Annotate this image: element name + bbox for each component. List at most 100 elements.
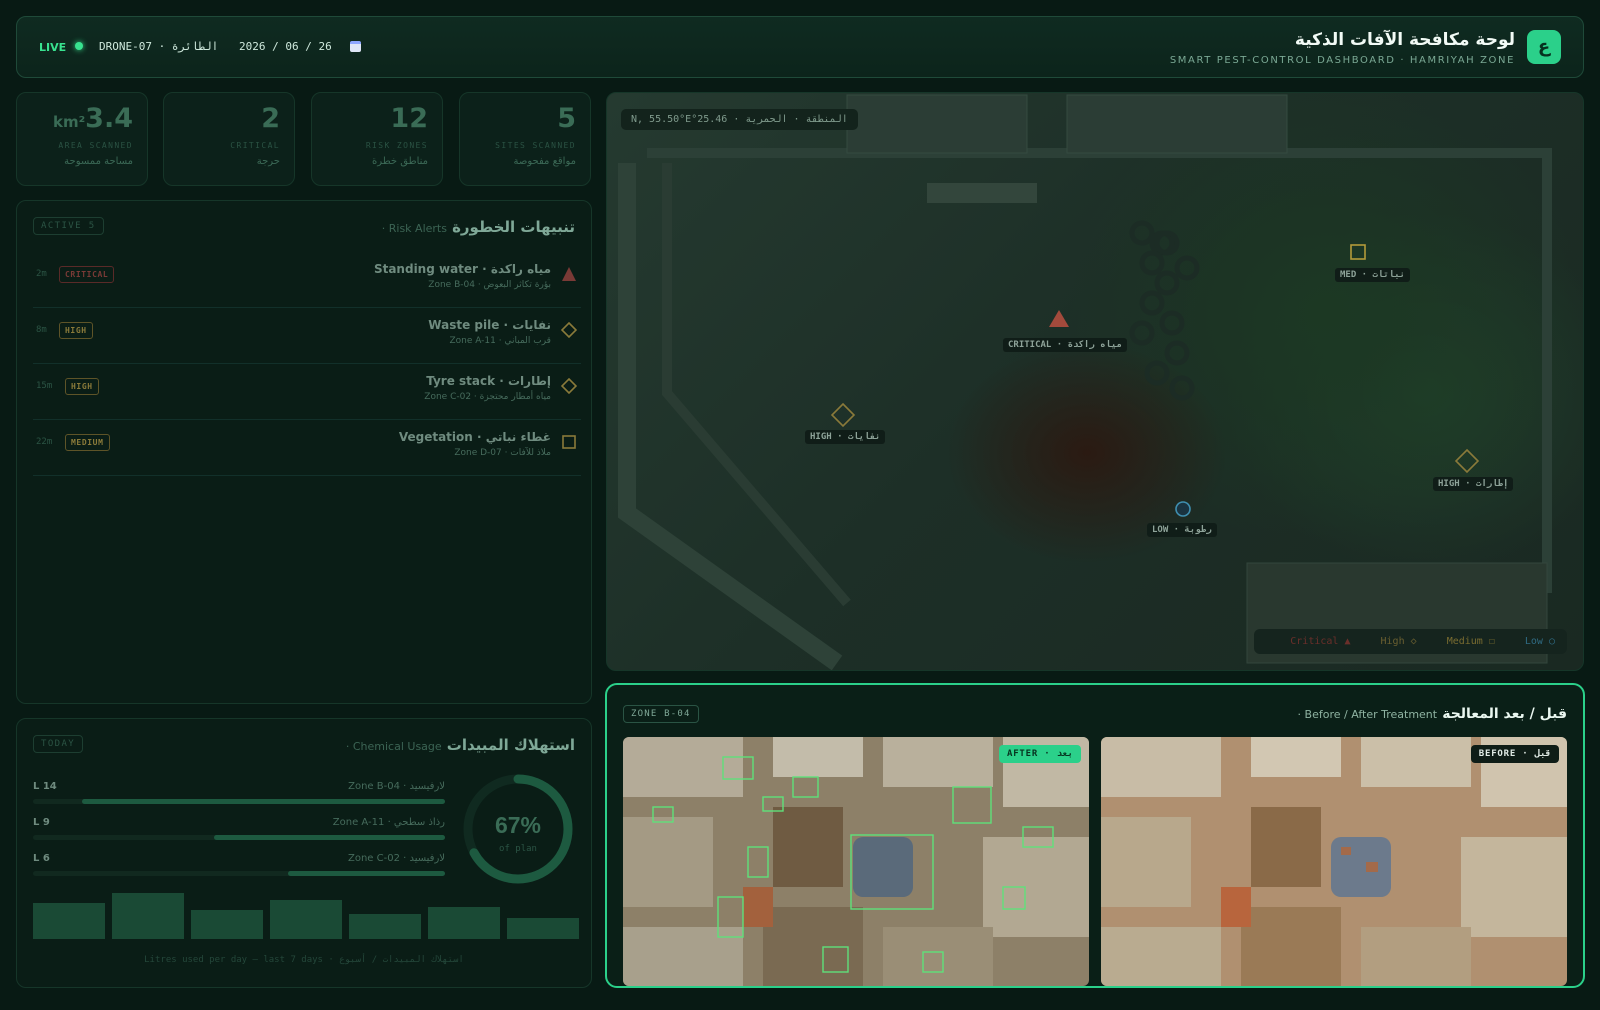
stat-card-sites[interactable]: 5 SITES SCANNED مواقع مفحوصة: [459, 92, 591, 186]
daily-usage-bar: [349, 914, 421, 939]
chemical-row: L 9 رذاذ سطحي · Zone A-11: [33, 817, 445, 853]
live-dot-icon: [75, 42, 83, 50]
before-image[interactable]: BEFORE · قبل: [1101, 737, 1567, 986]
stat-label-ar: حرجة: [256, 156, 280, 167]
drone-id: DRONE-07 · الطائرة: [99, 40, 219, 53]
severity-badge: MEDIUM: [65, 434, 110, 451]
severity-badge: HIGH: [65, 378, 99, 395]
map-legend: Critical ▲ High ◇ Medium ☐ Low ○: [1254, 629, 1567, 654]
alert-title: غطاء نباتي · Vegetation: [398, 430, 551, 444]
severity-badge: HIGH: [59, 322, 93, 339]
risk-alerts-panel: تنبيهات الخطورة Risk Alerts · ACTIVE 5 2…: [16, 200, 592, 704]
daily-usage-bar: [270, 900, 342, 939]
stat-card-risk-zones[interactable]: 12 RISK ZONES مناطق خطرة: [311, 92, 443, 186]
panel-title: استهلاك المبيدات Chemical Usage ·: [346, 735, 575, 754]
aerial-risk-map[interactable]: N, 55.50°E°25.46 · المنطقة · الحمرية CRI…: [606, 92, 1584, 671]
legend-low: Low ○: [1524, 636, 1555, 647]
before-after-panel: قبل / بعد المعالجة Before / After Treatm…: [605, 683, 1585, 988]
inner-wall: [662, 163, 851, 607]
panel-title: تنبيهات الخطورة Risk Alerts ·: [382, 217, 575, 236]
medium-marker-icon[interactable]: [1350, 244, 1366, 260]
building-roof: [1066, 94, 1288, 154]
stat-label-ar: مواقع مفحوصة: [513, 156, 576, 167]
legend-low-label: Low: [1524, 636, 1543, 647]
litres-value: L 14: [33, 781, 57, 792]
panel-title: قبل / بعد المعالجة Before / After Treatm…: [1298, 703, 1567, 722]
bars-caption: Litres used per day — last 7 days · استه…: [144, 955, 464, 965]
stat-label-en: RISK ZONES: [365, 141, 428, 150]
alert-time: 15m: [36, 381, 53, 391]
alert-subtitle: بؤرة تكاثر البعوض · Zone B-04: [428, 280, 551, 290]
chemical-row: L 6 لارفيسيد · Zone C-02: [33, 853, 445, 889]
stat-label-en: CRITICAL: [230, 141, 280, 150]
alert-item[interactable]: 8m HIGH نفايات · Waste pile قرب المباني …: [33, 309, 581, 364]
daily-usage-bar: [33, 903, 105, 939]
stat-card-area[interactable]: km²3.4 AREA SCANNED مساحة ممسوحة: [16, 92, 148, 186]
alert-time: 8m: [36, 325, 47, 335]
debris: [927, 183, 1037, 203]
legend-medium-label: Medium: [1446, 636, 1483, 647]
tyre-stack: [1129, 220, 1200, 401]
alert-subtitle: قرب المباني · Zone A-11: [449, 336, 551, 346]
daily-usage-bar: [112, 893, 184, 939]
chemical-usage-panel: استهلاك المبيدات Chemical Usage · TODAY …: [16, 718, 592, 988]
stat-label-ar: مساحة ممسوحة: [64, 156, 133, 167]
page-subtitle: SMART PEST-CONTROL DASHBOARD · HAMRIYAH …: [1169, 55, 1515, 66]
building-roof: [846, 94, 1028, 154]
triangle-warning-icon: [562, 267, 576, 281]
calendar-icon[interactable]: [350, 41, 361, 52]
stat-card-critical[interactable]: 2 CRITICAL حرجة: [163, 92, 295, 186]
alert-time: 2m: [36, 269, 47, 279]
chemical-label: لارفيسيد · Zone B-04: [348, 781, 445, 792]
alert-title: مياه راكدة · Standing water: [373, 262, 551, 276]
marker-label-high: HIGH · نفايات: [805, 430, 886, 444]
panel-title-en: Before / After Treatment ·: [1297, 708, 1438, 721]
compound-wall: [618, 163, 843, 670]
legend-critical: Critical ▲: [1290, 636, 1351, 647]
daily-usage-bar: [428, 906, 500, 939]
stat-unit: km²: [52, 113, 86, 131]
daily-usage-bars: [33, 889, 579, 939]
legend-critical-label: Critical: [1290, 636, 1339, 647]
plan-gauge: 67% of plan: [463, 774, 573, 884]
severity-badge: CRITICAL: [59, 266, 115, 283]
alert-title: نفايات · Waste pile: [428, 318, 551, 332]
usage-fill: [214, 835, 445, 840]
stat-value: 2: [261, 103, 280, 134]
marker-label-critical: CRITICAL · مياه راكدة: [1003, 338, 1127, 352]
alert-item[interactable]: 22m MEDIUM غطاء نباتي · Vegetation ملاذ …: [33, 421, 581, 476]
gauge-caption: of plan: [499, 844, 537, 854]
stat-label-ar: مناطق خطرة: [371, 156, 428, 167]
high-marker-icon[interactable]: [1454, 448, 1480, 474]
panel-title-ar: قبل / بعد المعالجة: [1442, 706, 1567, 722]
chemical-label: رذاذ سطحي · Zone A-11: [332, 817, 445, 828]
litres-value: L 6: [33, 853, 50, 864]
panel-title-ar: استهلاك المبيدات: [446, 736, 575, 754]
marker-label-medium: MED · نباتات: [1335, 268, 1411, 282]
stat-value: 12: [390, 103, 428, 134]
alert-item[interactable]: 2m CRITICAL مياه راكدة · Standing water …: [33, 253, 581, 308]
alert-time: 22m: [36, 437, 53, 447]
usage-track: [33, 799, 445, 804]
legend-high: High ◇: [1380, 636, 1417, 647]
after-image[interactable]: AFTER · بعد: [623, 737, 1089, 986]
alert-subtitle: مياه أمطار محتجزة · Zone C-02: [424, 392, 551, 402]
critical-marker-icon[interactable]: [1049, 310, 1069, 327]
panel-title-en: Risk Alerts ·: [381, 222, 447, 235]
stat-value: 5: [557, 103, 576, 134]
top-header: ع لوحة مكافحة الآفات الذكية SMART PEST-C…: [16, 16, 1584, 78]
live-indicator: LIVE: [39, 41, 67, 54]
daily-usage-bar: [191, 910, 263, 939]
low-marker-icon[interactable]: [1175, 501, 1191, 517]
square-icon: [562, 435, 576, 449]
period-tag: TODAY: [33, 735, 84, 753]
stat-label-en: AREA SCANNED: [58, 141, 133, 150]
marker-label-high: HIGH · إطارات: [1433, 477, 1514, 491]
litres-value: L 9: [33, 817, 50, 828]
usage-fill: [288, 871, 445, 876]
before-badge: BEFORE · قبل: [1470, 745, 1559, 763]
chemical-label: لارفيسيد · Zone C-02: [347, 853, 445, 864]
alert-item[interactable]: 15m HIGH إطارات · Tyre stack مياه أمطار …: [33, 365, 581, 420]
high-marker-icon[interactable]: [830, 402, 856, 428]
stat-label-en: SITES SCANNED: [495, 141, 576, 150]
